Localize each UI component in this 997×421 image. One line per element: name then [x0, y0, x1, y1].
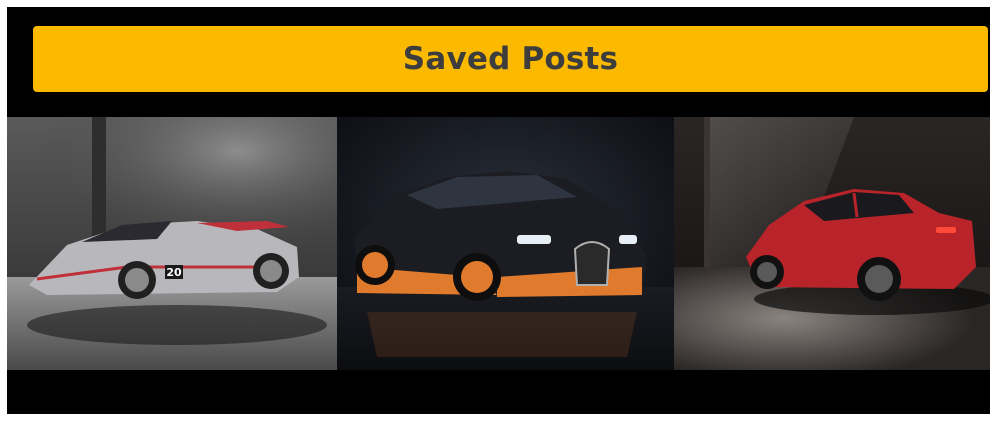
- red-car-image: [674, 117, 990, 370]
- black-orange-car-image: [337, 117, 674, 370]
- saved-posts-page: Saved Posts 20: [7, 7, 990, 414]
- saved-post-1[interactable]: 20: [7, 117, 337, 370]
- page-title: Saved Posts: [402, 41, 619, 77]
- saved-post-2[interactable]: [337, 117, 674, 370]
- saved-post-3[interactable]: [674, 117, 990, 370]
- silver-car-image: 20: [7, 117, 337, 370]
- car-number: 20: [166, 266, 182, 279]
- header-bar: Saved Posts: [33, 26, 988, 92]
- saved-posts-gallery: 20: [7, 117, 990, 370]
